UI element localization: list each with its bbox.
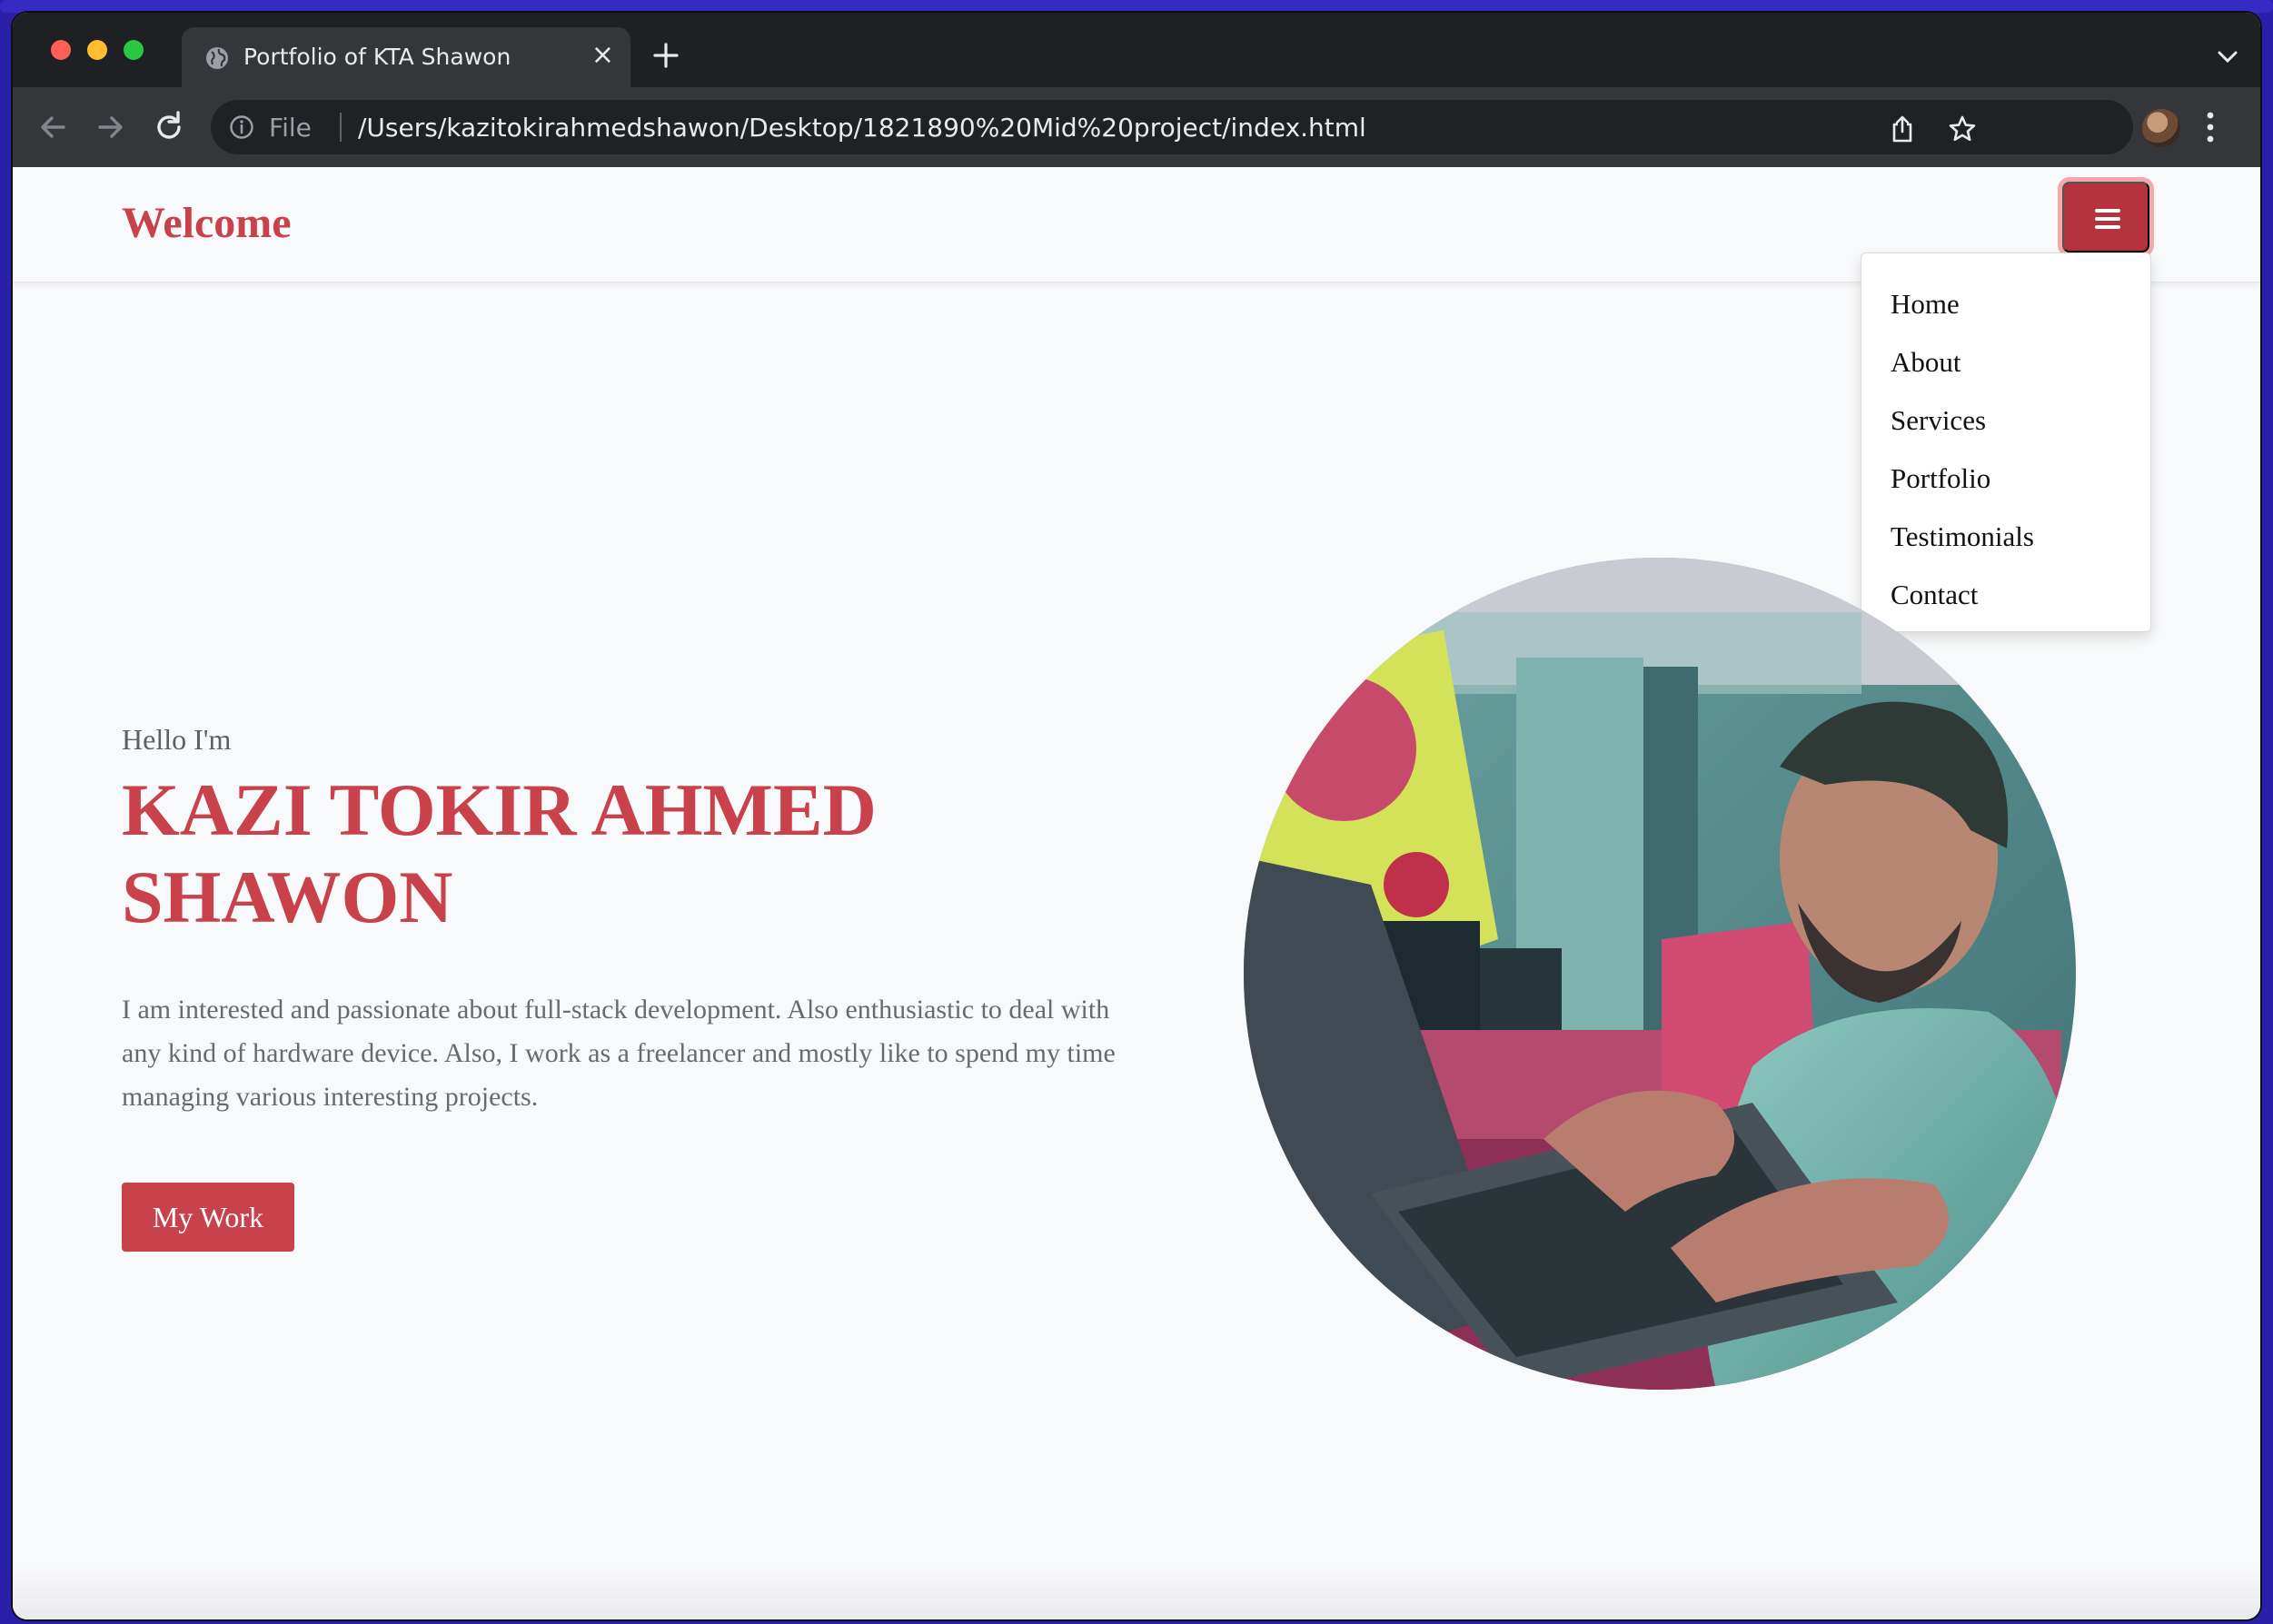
address-bar[interactable]: File /Users/kazitokirahmedshawon/Desktop… — [211, 100, 2133, 154]
chevron-down-icon[interactable] — [2217, 47, 2238, 65]
share-icon[interactable] — [1890, 114, 1915, 144]
tab-strip: Portfolio of KTA Shawon × — [13, 13, 2260, 87]
address-separator — [340, 113, 342, 142]
back-arrow-icon[interactable] — [35, 109, 71, 145]
hero-name: KAZI TOKIR AHMED SHAWON — [122, 768, 877, 938]
url-text[interactable]: /Users/kazitokirahmedshawon/Desktop/1821… — [358, 113, 1366, 143]
nav-item-services[interactable]: Services — [1861, 391, 2150, 450]
close-icon[interactable]: × — [591, 42, 614, 69]
hero-bio: I am interested and passionate about ful… — [122, 995, 1116, 1112]
web-page: Welcome Home About Services Portfolio Te… — [13, 167, 2260, 1619]
globe-icon — [206, 47, 228, 69]
nav-item-about[interactable]: About — [1861, 333, 2150, 391]
browser-tab[interactable]: Portfolio of KTA Shawon × — [182, 27, 630, 87]
nav-item-home[interactable]: Home — [1861, 275, 2150, 333]
profile-avatar[interactable] — [2142, 109, 2180, 147]
hamburger-menu-button[interactable] — [2062, 182, 2149, 253]
info-icon[interactable] — [229, 114, 254, 140]
minimize-window-button[interactable] — [87, 40, 107, 60]
plus-icon[interactable] — [652, 42, 680, 69]
profile-photo — [1244, 558, 2076, 1390]
hero-greeting: Hello I'm — [122, 723, 232, 756]
reload-icon[interactable] — [151, 109, 187, 145]
forward-arrow-icon[interactable] — [93, 109, 129, 145]
nav-item-portfolio[interactable]: Portfolio — [1861, 450, 2150, 508]
kebab-menu-icon[interactable] — [2206, 111, 2215, 144]
site-brand[interactable]: Welcome — [122, 198, 292, 248]
browser-toolbar: File /Users/kazitokirahmedshawon/Desktop… — [13, 87, 2260, 167]
browser-window: Portfolio of KTA Shawon × File /Users/ka… — [13, 13, 2260, 1619]
page-bottom-edge — [13, 1565, 2260, 1619]
star-icon[interactable] — [1948, 114, 1977, 144]
desktop-wallpaper — [0, 0, 2273, 13]
file-scheme-label: File — [269, 113, 312, 143]
my-work-button[interactable]: My Work — [122, 1183, 294, 1252]
close-window-button[interactable] — [51, 40, 71, 60]
zoom-window-button[interactable] — [124, 40, 144, 60]
tab-title: Portfolio of KTA Shawon — [243, 44, 511, 70]
